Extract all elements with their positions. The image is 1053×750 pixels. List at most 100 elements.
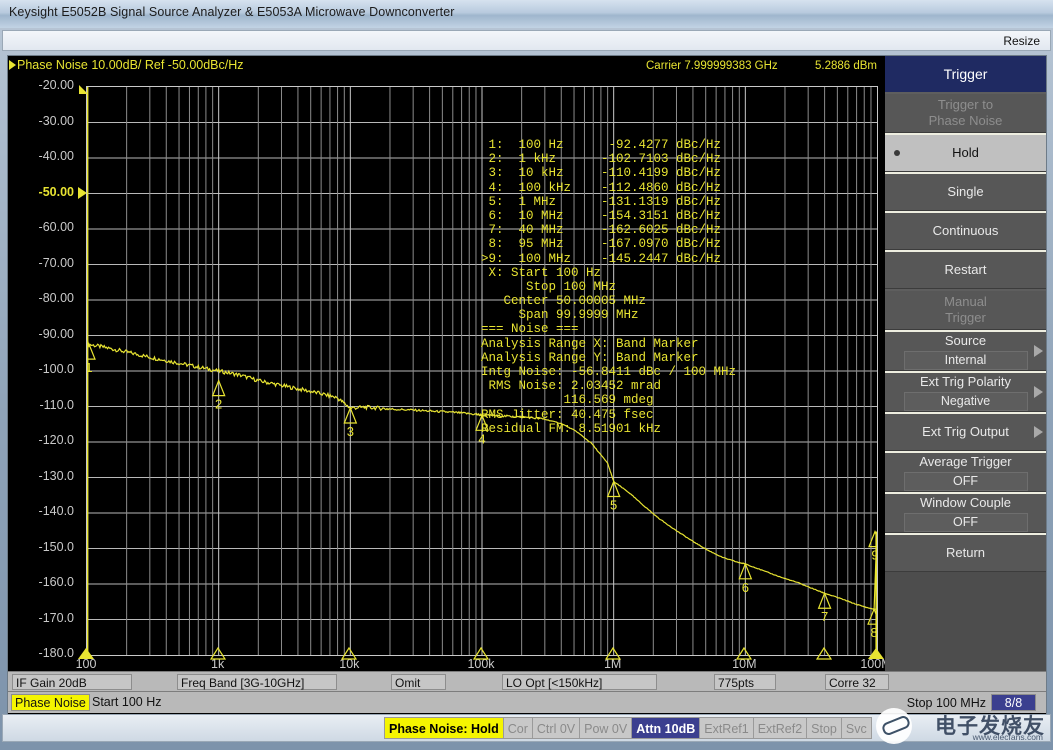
marker-readout-row: === Noise === bbox=[481, 322, 579, 337]
x-axis-marker-icon bbox=[209, 647, 226, 660]
instrument-screen: Phase Noise 10.00dB/ Ref -50.00dBc/Hz Ca… bbox=[7, 55, 1047, 715]
marker-readout-row: Intg Noise: -56.8411 dBc / 100 MHz bbox=[481, 365, 737, 379]
softkey-value[interactable]: OFF bbox=[903, 512, 1028, 532]
svg-text:5: 5 bbox=[610, 498, 617, 513]
instrument-status-row-1: IF Gain 20dB Freq Band [3G-10GHz] Omit L… bbox=[8, 671, 1046, 691]
y-axis-label: -160.0 bbox=[38, 575, 74, 589]
marker-readout-row: 2: 1 kHz -102.7103 dBc/Hz bbox=[481, 152, 722, 167]
os-status-phase-noise-hold[interactable]: Phase Noise: Hold bbox=[384, 717, 504, 739]
softkey-menu-title: Trigger bbox=[885, 56, 1046, 92]
y-axis-label: -70.00 bbox=[38, 255, 74, 270]
graph-pane[interactable]: Phase Noise 10.00dB/ Ref -50.00dBc/Hz Ca… bbox=[8, 56, 892, 671]
active-trace-arrow-icon bbox=[9, 60, 16, 70]
marker-readout-row: 1: 100 Hz -92.4277 dBc/Hz bbox=[481, 138, 722, 152]
y-axis-label: -130.0 bbox=[38, 468, 74, 483]
softkey-label: Continuous bbox=[932, 223, 999, 238]
trace-marker-7: 7 bbox=[817, 591, 832, 624]
x-axis-marker-icon bbox=[473, 647, 489, 660]
x-axis-marker-icon bbox=[815, 647, 832, 660]
os-status-ctrl-0v[interactable]: Ctrl 0V bbox=[532, 717, 581, 739]
svg-text:6: 6 bbox=[742, 580, 749, 595]
softkey-average-trigger[interactable]: Average Trigger OFF bbox=[885, 451, 1046, 492]
y-axis-label: -30.00 bbox=[38, 113, 74, 128]
os-status-svc[interactable]: Svc bbox=[841, 717, 872, 739]
carrier-power: 5.2886 dBm bbox=[815, 60, 878, 72]
y-axis-label: -180.0 bbox=[38, 646, 74, 660]
status-lo-opt[interactable]: LO Opt [<150kHz] bbox=[502, 674, 657, 690]
softkey-restart[interactable]: Restart bbox=[885, 250, 1046, 289]
marker-readout-row: Residual FM: 8.51901 kHz bbox=[481, 421, 662, 436]
status-omit[interactable]: Omit bbox=[391, 674, 446, 690]
softkey-value[interactable]: Internal bbox=[903, 350, 1028, 370]
channel-badge[interactable]: Phase Noise bbox=[11, 694, 90, 711]
os-status-bar: Phase Noise: Hold Cor Ctrl 0V Pow 0V Attn 10… bbox=[2, 714, 1051, 742]
y-axis-label: -90.00 bbox=[38, 326, 74, 341]
softkey-label: Ext Trig Output bbox=[922, 424, 1009, 439]
x-axis-band-edge-icon bbox=[868, 648, 884, 659]
os-status-cor[interactable]: Cor bbox=[503, 717, 533, 739]
softkey-label: Restart bbox=[944, 262, 987, 277]
x-axis-marker-icon bbox=[604, 647, 621, 660]
reference-level-marker-icon bbox=[78, 186, 87, 199]
y-axis-label: -170.0 bbox=[38, 610, 74, 625]
softkey-trigger-to-phase-noise: Trigger to Phase Noise bbox=[885, 92, 1046, 133]
softkey-panel[interactable]: Trigger Trigger to Phase Noise Hold Single C… bbox=[885, 56, 1046, 671]
trace-marker-8: 8 bbox=[867, 607, 877, 640]
instrument-status-row-2: Phase Noise Start 100 Hz Stop 100 MHz 8/… bbox=[8, 691, 1046, 713]
softkey-window-couple[interactable]: Window Couple OFF bbox=[885, 492, 1046, 533]
status-freq-band[interactable]: Freq Band [3G-10GHz] bbox=[177, 674, 337, 690]
os-status-extref1[interactable]: ExtRef1 bbox=[700, 717, 754, 739]
chevron-right-icon bbox=[1034, 345, 1043, 357]
svg-text:9: 9 bbox=[871, 548, 877, 563]
softkey-label: Return bbox=[945, 545, 986, 560]
chevron-right-icon bbox=[1034, 426, 1043, 438]
softkey-label: Hold bbox=[952, 145, 979, 160]
trace-marker-2: 2 bbox=[211, 379, 226, 412]
y-axis-label: -80.00 bbox=[38, 291, 74, 305]
marker-readout-row: 5: 1 MHz -131.1319 dBc/Hz bbox=[481, 194, 722, 209]
softkey-label: Average Trigger bbox=[919, 453, 1012, 469]
softkey-single[interactable]: Single bbox=[885, 172, 1046, 211]
status-if-gain[interactable]: IF Gain 20dB bbox=[12, 674, 132, 690]
sweep-stop-label: Stop 100 MHz bbox=[906, 696, 986, 710]
os-status-pow-0v[interactable]: Pow 0V bbox=[580, 717, 633, 739]
softkey-source[interactable]: Source Internal bbox=[885, 330, 1046, 371]
os-status-attn-10db[interactable]: Attn 10dB bbox=[632, 717, 701, 739]
softkey-list[interactable]: Trigger to Phase Noise Hold Single Continuou… bbox=[885, 92, 1046, 572]
marker-readout-row: 3: 10 kHz -110.4199 dBc/Hz bbox=[481, 166, 722, 181]
softkey-label: Manual Trigger bbox=[944, 294, 987, 325]
softkey-hold[interactable]: Hold bbox=[885, 133, 1046, 172]
softkey-label: Trigger to Phase Noise bbox=[928, 97, 1003, 128]
os-status-cells[interactable]: Phase Noise: Hold Cor Ctrl 0V Pow 0V Attn 10… bbox=[384, 717, 872, 739]
marker-readout-row: >9: 100 MHz -145.2447 dBc/Hz bbox=[481, 251, 722, 266]
softkey-return[interactable]: Return bbox=[885, 533, 1046, 572]
softkey-value[interactable]: OFF bbox=[903, 471, 1028, 491]
y-axis-label: -20.00 bbox=[38, 78, 74, 92]
sweep-start-label: Start 100 Hz bbox=[92, 695, 162, 709]
carrier-frequency: Carrier 7.999999383 GHz bbox=[646, 60, 778, 72]
softkey-label: Single bbox=[947, 184, 984, 199]
marker-readout-row: Span 99.9999 MHz bbox=[481, 308, 639, 323]
softkey-value[interactable]: Negative bbox=[903, 391, 1028, 411]
window-titlebar: Keysight E5052B Signal Source Analyzer &… bbox=[0, 0, 1053, 28]
os-status-stop[interactable]: Stop bbox=[807, 717, 842, 739]
chevron-right-icon bbox=[1034, 386, 1043, 398]
marker-readout-row: Analysis Range X: Band Marker bbox=[481, 336, 699, 351]
trace-marker-6: 6 bbox=[738, 562, 753, 595]
status-points[interactable]: 775pts bbox=[714, 674, 776, 690]
svg-text:8: 8 bbox=[870, 625, 877, 640]
application-window: Keysight E5052B Signal Source Analyzer &… bbox=[0, 0, 1053, 750]
status-corre[interactable]: Corre 32 bbox=[825, 674, 889, 690]
marker-readout-row: 8: 95 MHz -167.0970 dBc/Hz bbox=[481, 237, 722, 252]
svg-text:2: 2 bbox=[215, 397, 222, 412]
softkey-continuous[interactable]: Continuous bbox=[885, 211, 1046, 250]
softkey-ext-trig-output[interactable]: Ext Trig Output bbox=[885, 412, 1046, 451]
resize-bar[interactable]: Resize bbox=[2, 30, 1051, 51]
resize-label[interactable]: Resize bbox=[1003, 34, 1040, 48]
os-status-extref2[interactable]: ExtRef2 bbox=[753, 717, 808, 739]
softkey-ext-trig-polarity[interactable]: Ext Trig Polarity Negative bbox=[885, 371, 1046, 412]
average-count-badge[interactable]: 8/8 bbox=[991, 694, 1036, 711]
trace-scale-label: Phase Noise 10.00dB/ Ref -50.00dBc/Hz bbox=[17, 58, 244, 72]
marker-readout-row: 7: 40 MHz -162.6025 dBc/Hz bbox=[481, 223, 722, 238]
marker-readout-row: 116.569 mdeg bbox=[481, 393, 654, 408]
